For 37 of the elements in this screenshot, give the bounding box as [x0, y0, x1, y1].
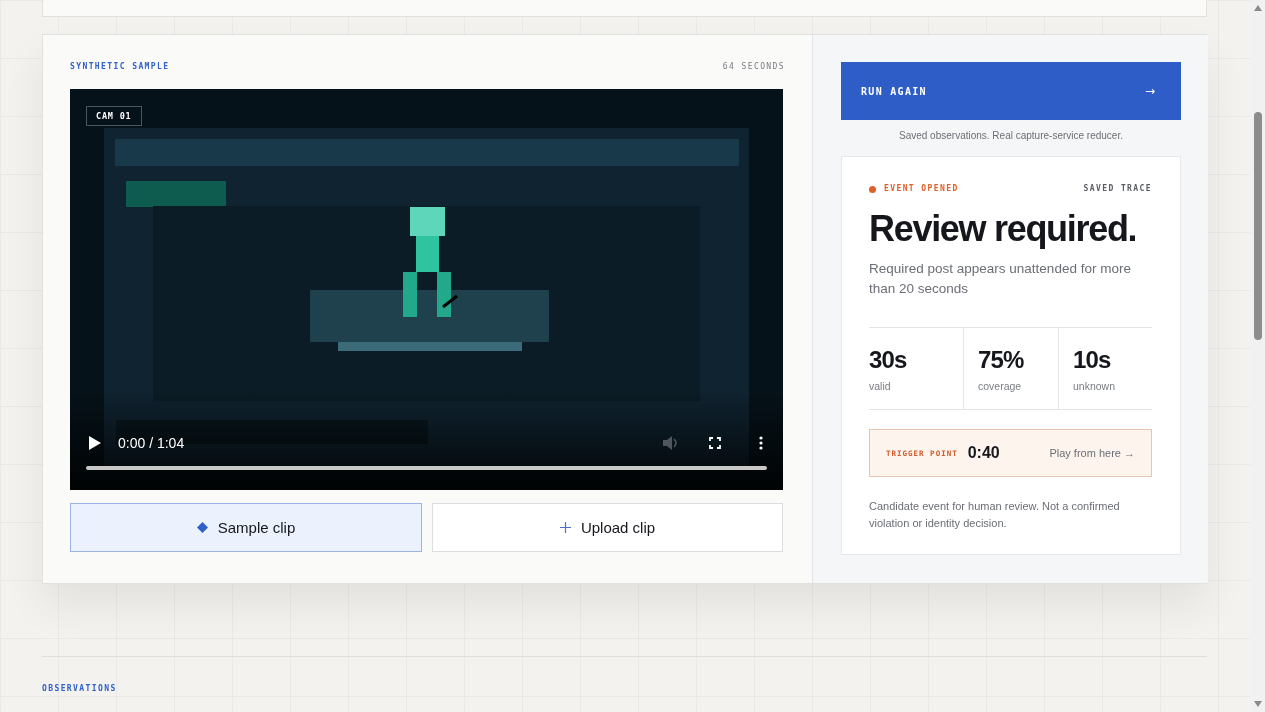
stat-value: 75%	[978, 346, 1024, 374]
run-caption: Saved observations. Real capture-service reducer.	[898, 130, 1124, 142]
stat-label: coverage	[978, 379, 1022, 393]
section-label: SYNTHETIC SAMPLE	[70, 62, 170, 72]
play-button[interactable]	[89, 436, 101, 450]
stat-label: unknown	[1073, 379, 1116, 393]
more-options-button[interactable]	[759, 436, 763, 450]
play-icon	[89, 436, 101, 450]
stat-value: 10s	[1073, 346, 1111, 374]
run-again-button[interactable]: RUN AGAIN →	[841, 62, 1181, 120]
trace-source: SAVED TRACE	[1083, 184, 1152, 194]
sample-clip-button[interactable]: Sample clip	[70, 503, 422, 552]
trigger-time: 0:40	[967, 444, 1000, 462]
play-from-here-link[interactable]: Play from here →	[1049, 447, 1135, 459]
disclaimer-note: Candidate event for human review. Not a confirmed violation or identity decision.	[869, 499, 1121, 531]
camera-badge: CAM 01	[86, 106, 142, 126]
fullscreen-icon	[709, 437, 721, 449]
duration-label: 64 SECONDS	[722, 62, 785, 72]
video-player[interactable]: CAM 01 0:00 / 1:04	[70, 89, 783, 490]
diamond-icon	[196, 522, 208, 533]
stat-label: valid	[869, 379, 891, 393]
event-title: Review required.	[869, 209, 1138, 249]
scrollbar-thumb[interactable]	[1253, 112, 1262, 340]
progress-track[interactable]	[86, 466, 767, 470]
scroll-up-icon[interactable]	[1253, 5, 1262, 11]
upload-clip-button[interactable]: Upload clip	[432, 503, 783, 552]
plus-icon	[559, 522, 571, 533]
section-label: OBSERVATIONS	[42, 684, 117, 694]
status-dot-icon	[869, 185, 876, 193]
playback-time: 0:00 / 1:04	[118, 435, 185, 451]
event-status: EVENT OPENED	[884, 184, 959, 194]
more-icon	[759, 436, 763, 450]
volume-icon	[663, 436, 679, 450]
stat-value: 30s	[869, 346, 907, 374]
event-description: Required post appears unattended for more than 20 seconds	[869, 260, 1132, 298]
fullscreen-button[interactable]	[709, 437, 721, 449]
scroll-down-icon[interactable]	[1253, 701, 1262, 707]
